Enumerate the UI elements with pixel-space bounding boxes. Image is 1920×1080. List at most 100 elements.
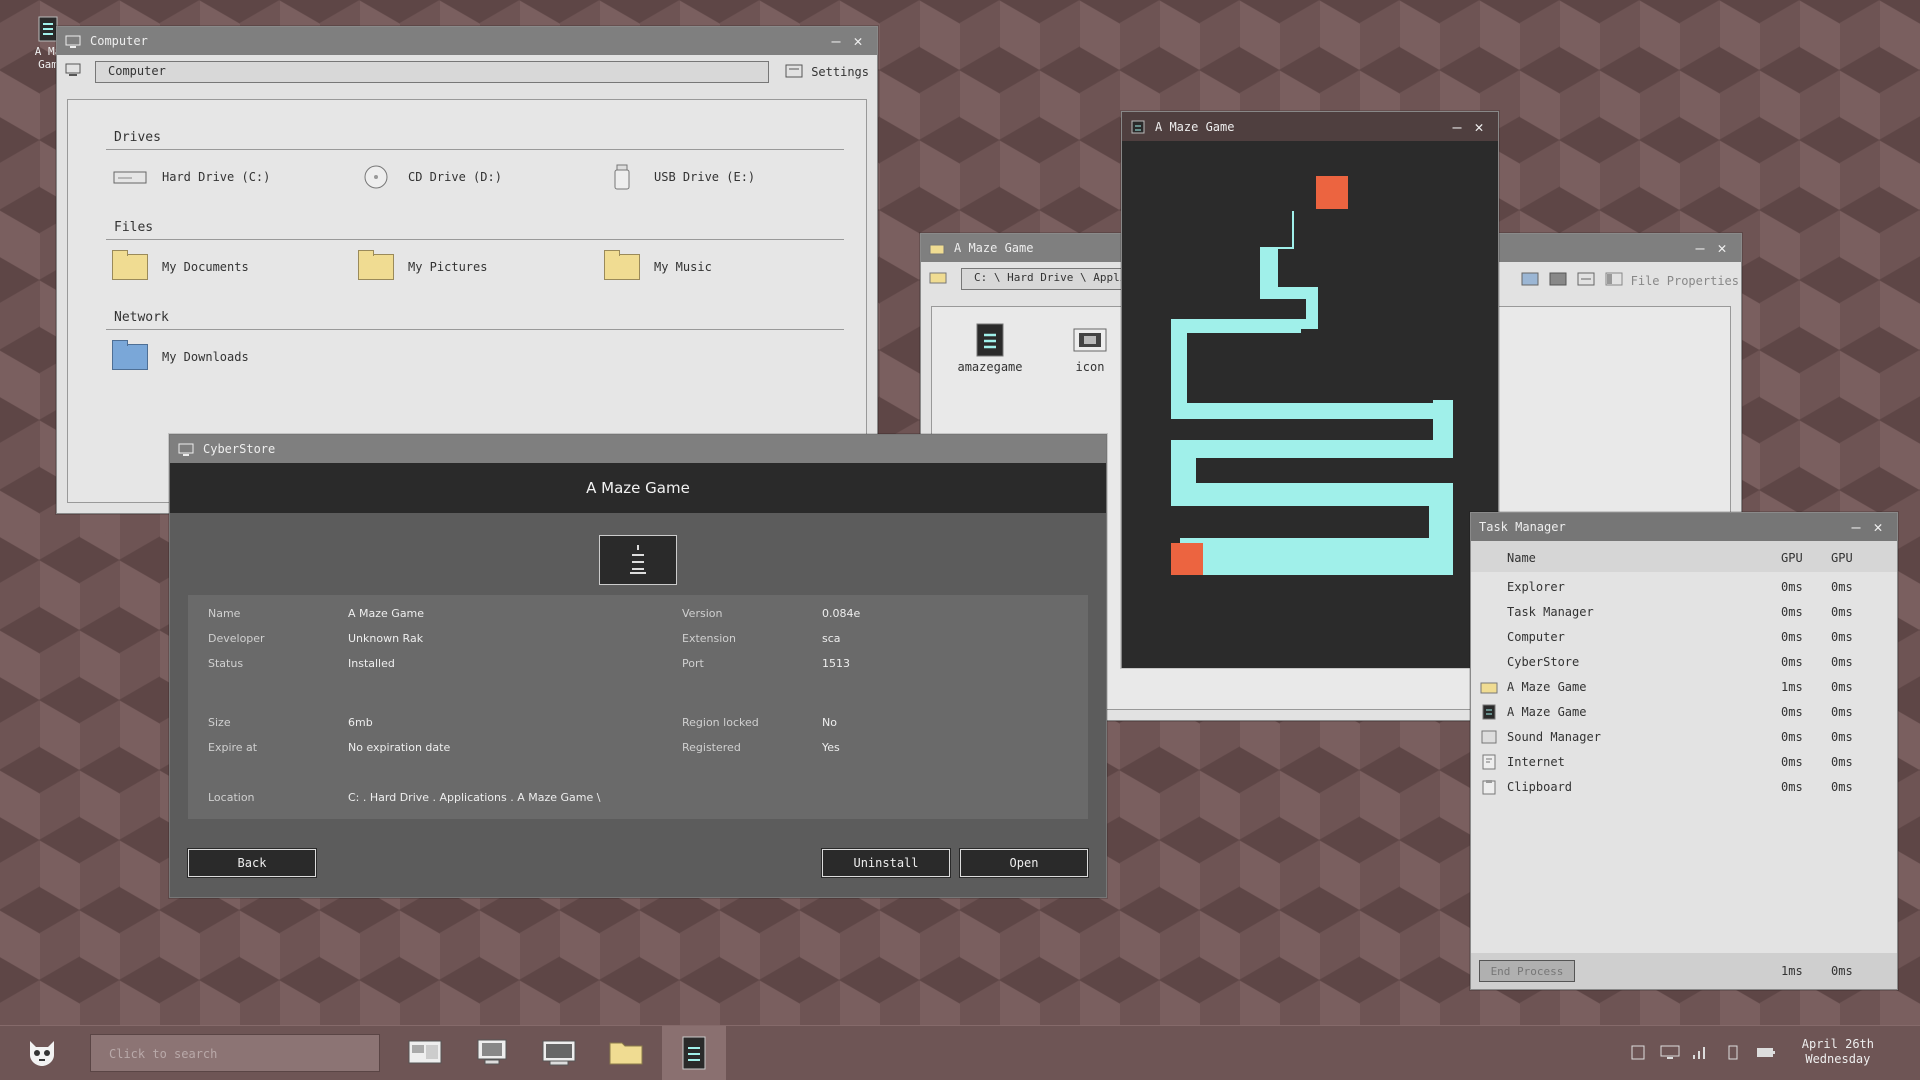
cyberstore-titlebar[interactable]: CyberStore	[170, 435, 1106, 463]
game-window: A Maze Game – ✕	[1121, 111, 1499, 668]
table-row[interactable]: CyberStore 0ms 0ms	[1471, 649, 1897, 674]
sound-icon	[1471, 730, 1507, 744]
total-c1: 1ms	[1781, 964, 1803, 978]
drive-usb-drive[interactable]: USB Drive (E:)	[598, 164, 844, 190]
close-button[interactable]: ✕	[1711, 239, 1733, 257]
window-title: A Maze Game	[1155, 119, 1235, 134]
window-title: Computer	[90, 34, 148, 48]
table-header: Name GPU GPU	[1471, 545, 1897, 570]
maze-app-icon	[682, 1036, 706, 1074]
process-c1: 0ms	[1781, 654, 1803, 669]
prop-developer-value: Unknown Rak	[348, 632, 424, 645]
explorer-taskbar-icon[interactable]	[408, 1038, 442, 1066]
process-c1: 0ms	[1781, 629, 1803, 644]
back-button[interactable]: Back	[187, 848, 317, 878]
minimize-button[interactable]: –	[1446, 118, 1468, 136]
process-name: Computer	[1507, 629, 1565, 644]
downloads-folder-icon	[112, 340, 148, 370]
end-process-button[interactable]: End Process	[1479, 960, 1575, 982]
folder-icon	[112, 250, 148, 280]
network-tray-icon[interactable]	[1692, 1044, 1710, 1060]
process-c1: 0ms	[1781, 754, 1803, 769]
display-tray-icon[interactable]	[1660, 1044, 1680, 1060]
maze-taskbar-button[interactable]	[662, 1026, 726, 1080]
minimize-button[interactable]: –	[1845, 518, 1867, 536]
store-header: A Maze Game	[170, 463, 1106, 513]
maze-app-icon	[1471, 704, 1507, 720]
drive-label: Hard Drive (C:)	[162, 170, 271, 184]
close-button[interactable]: ✕	[847, 32, 869, 50]
table-row[interactable]: Computer 0ms 0ms	[1471, 624, 1897, 649]
view-grid-icon[interactable]	[1549, 272, 1567, 289]
address-input[interactable]: Computer	[95, 61, 770, 83]
start-menu-icon[interactable]	[24, 1037, 58, 1066]
computer-taskbar-icon[interactable]	[475, 1038, 509, 1066]
cd-icon	[358, 164, 394, 190]
process-name: Explorer	[1507, 579, 1565, 594]
properties-icon	[1605, 272, 1623, 289]
maze-canvas[interactable]	[1122, 141, 1498, 668]
window-title: CyberStore	[203, 442, 276, 456]
view-list-icon[interactable]	[1521, 272, 1539, 289]
folder-label: My Downloads	[162, 350, 249, 364]
close-button[interactable]: ✕	[1468, 118, 1490, 136]
computer-titlebar[interactable]: Computer – ✕	[57, 27, 877, 55]
folder-label: My Pictures	[408, 260, 488, 274]
window-title: Task Manager	[1479, 520, 1566, 534]
section-heading-files: Files	[106, 210, 844, 240]
game-titlebar[interactable]: A Maze Game – ✕	[1122, 112, 1498, 141]
clock[interactable]: April 26th Wednesday	[1802, 1037, 1874, 1067]
section-heading-drives: Drives	[106, 120, 844, 150]
table-row[interactable]: Clipboard 0ms 0ms	[1471, 774, 1897, 799]
prop-port-value: 1513	[822, 657, 850, 670]
process-c1: 0ms	[1781, 604, 1803, 619]
view-details-icon[interactable]	[1577, 272, 1595, 289]
drive-cd-drive[interactable]: CD Drive (D:)	[352, 164, 598, 190]
process-c1: 0ms	[1781, 704, 1803, 719]
table-row[interactable]: Explorer 0ms 0ms	[1471, 574, 1897, 599]
settings-icon	[785, 64, 803, 81]
cyberstore-taskbar-icon[interactable]	[542, 1038, 576, 1066]
table-row[interactable]: Internet 0ms 0ms	[1471, 749, 1897, 774]
prop-status-value: Installed	[348, 657, 395, 670]
drive-hard-drive[interactable]: Hard Drive (C:)	[106, 164, 352, 190]
task-manager-titlebar[interactable]: Task Manager – ✕	[1471, 513, 1897, 541]
table-row[interactable]: Sound Manager 0ms 0ms	[1471, 724, 1897, 749]
folder-my-music[interactable]: My Music	[598, 250, 844, 280]
prop-status-label: Status	[208, 657, 244, 670]
monitor-icon	[65, 63, 81, 81]
prop-region-value: No	[822, 716, 837, 729]
weekday: Wednesday	[1805, 1052, 1871, 1066]
folder-my-documents[interactable]: My Documents	[106, 250, 352, 280]
uninstall-button[interactable]: Uninstall	[821, 848, 951, 878]
minimize-button[interactable]: –	[825, 32, 847, 50]
process-c1: 0ms	[1781, 729, 1803, 744]
process-name: Task Manager	[1507, 604, 1594, 619]
file-properties-button[interactable]: File Properties	[1605, 272, 1741, 289]
file-icon[interactable]: icon	[1050, 323, 1130, 374]
address-input[interactable]: C: \ Hard Drive \ Applic	[961, 268, 1131, 290]
prop-expire-value: No expiration date	[348, 741, 451, 754]
folder-taskbar-icon[interactable]	[609, 1038, 643, 1066]
table-row[interactable]: A Maze Game 1ms 0ms	[1471, 674, 1897, 699]
table-row[interactable]: Task Manager 0ms 0ms	[1471, 599, 1897, 624]
folder-my-downloads[interactable]: My Downloads	[106, 340, 356, 370]
maze-app-icon	[599, 535, 677, 585]
process-name: Internet	[1507, 754, 1565, 769]
sound-tray-icon[interactable]	[1724, 1044, 1742, 1060]
prop-name-value: A Maze Game	[348, 607, 425, 620]
search-input[interactable]: Click to search	[90, 1034, 380, 1072]
taskbar: Click to search April 26th Wednesday	[0, 1025, 1920, 1080]
clipboard-tray-icon[interactable]	[1629, 1044, 1647, 1060]
open-button[interactable]: Open	[959, 848, 1089, 878]
settings-button[interactable]: Settings	[785, 64, 869, 81]
folder-my-pictures[interactable]: My Pictures	[352, 250, 598, 280]
minimize-button[interactable]: –	[1689, 239, 1711, 257]
folder-icon	[1471, 680, 1507, 694]
table-row[interactable]: A Maze Game 0ms 0ms	[1471, 699, 1897, 724]
file-amazegame[interactable]: amazegame	[950, 323, 1030, 374]
close-button[interactable]: ✕	[1867, 518, 1889, 536]
battery-tray-icon[interactable]	[1756, 1044, 1775, 1060]
task-manager-window: Task Manager – ✕ Name GPU GPU Explorer 0m…	[1470, 512, 1898, 990]
process-c2: 0ms	[1831, 579, 1853, 594]
